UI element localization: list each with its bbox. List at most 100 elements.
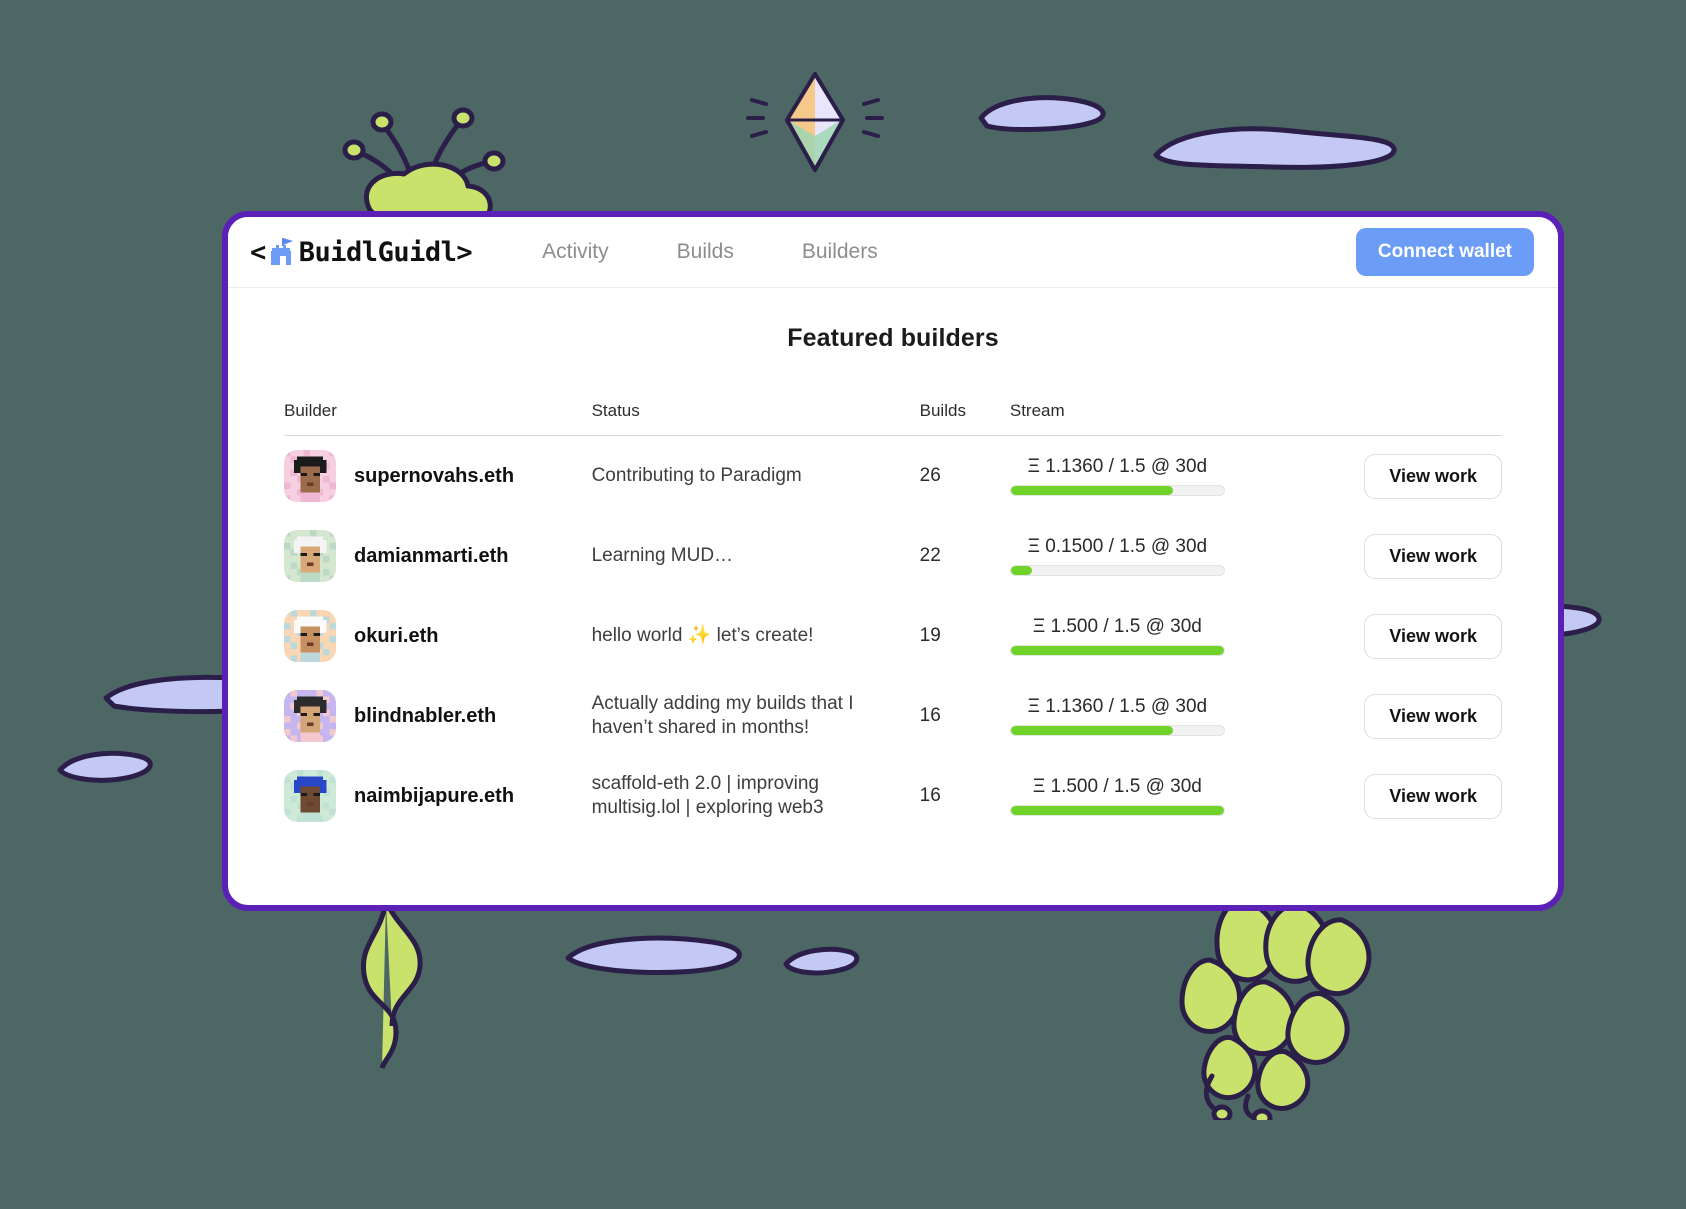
avatar [284, 610, 336, 662]
cell-builder: naimbijapure.eth [284, 756, 592, 836]
stream-progress-track [1009, 645, 1225, 656]
table-row: supernovahs.eth Contributing to Paradigm… [284, 436, 1502, 517]
stream-label: Ξ 0.1500 / 1.5 @ 30d [1027, 536, 1208, 557]
page-title: Featured builders [787, 324, 999, 352]
doodle-plant-bottom-left [360, 900, 423, 1069]
avatar [284, 450, 336, 502]
stream-progress-fill [1010, 646, 1224, 655]
cell-stream: Ξ 1.1360 / 1.5 @ 30d [1009, 436, 1318, 517]
cell-builder: blindnabler.eth [284, 676, 592, 756]
stream-label: Ξ 1.1360 / 1.5 @ 30d [1027, 456, 1208, 477]
nav-activity[interactable]: Activity [508, 234, 643, 270]
doodle-ethereum-gem [746, 72, 884, 172]
avatar [284, 690, 336, 742]
view-work-button[interactable]: View work [1364, 693, 1502, 739]
stream-progress-fill [1010, 726, 1173, 735]
screenshot-root: < Bui dl Gui dl > Activity Builds Builde… [0, 0, 1686, 1209]
featured-builders-table: Builder Status Builds Stream supernovahs… [284, 401, 1502, 836]
builder-name[interactable]: supernovahs.eth [354, 465, 514, 488]
stream-label: Ξ 1.500 / 1.5 @ 30d [1032, 616, 1202, 637]
cell-status: Contributing to Paradigm [592, 436, 920, 517]
cell-stream: Ξ 1.500 / 1.5 @ 30d [1009, 756, 1318, 836]
cell-stream: Ξ 1.500 / 1.5 @ 30d [1009, 596, 1318, 676]
builder-status: scaffold-eth 2.0 | improving multisig.lo… [591, 772, 824, 818]
main-nav: Activity Builds Builders [508, 234, 912, 270]
builds-count: 22 [919, 545, 941, 566]
connect-wallet-button[interactable]: Connect wallet [1355, 228, 1534, 276]
cell-status: Learning MUD… [592, 516, 920, 596]
stream-label: Ξ 1.500 / 1.5 @ 30d [1032, 776, 1202, 797]
logo-text-2: dl [346, 236, 378, 268]
view-work-button[interactable]: View work [1364, 453, 1502, 499]
builder-name[interactable]: blindnabler.eth [354, 705, 496, 728]
cell-builder: supernovahs.eth [284, 436, 592, 517]
builds-count: 16 [919, 705, 941, 726]
builder-name[interactable]: damianmarti.eth [354, 545, 508, 568]
cell-action: View work [1317, 596, 1502, 676]
doodle-cloud-2 [1153, 126, 1397, 170]
stream-progress-fill [1010, 806, 1224, 815]
table-row: damianmarti.eth Learning MUD… 22 Ξ 0.150… [284, 516, 1502, 596]
table-row: blindnabler.eth Actually adding my build… [284, 676, 1502, 756]
castle-icon [270, 238, 293, 265]
builder-name[interactable]: okuri.eth [354, 625, 438, 648]
builds-count: 16 [919, 785, 941, 806]
avatar [284, 530, 336, 582]
table-row: naimbijapure.eth scaffold-eth 2.0 | impr… [284, 756, 1502, 836]
buidlguidl-logo[interactable]: < Bui dl Gui dl > [250, 236, 473, 268]
cell-builds: 16 [920, 756, 1010, 836]
builder-status: Learning MUD… [591, 544, 734, 566]
doodle-cloud-7 [783, 946, 860, 976]
cell-action: View work [1317, 516, 1502, 596]
doodle-plant-top-left [342, 107, 506, 230]
app-content: Featured builders Builder Status Builds … [228, 288, 1558, 836]
cell-status: Actually adding my builds that I haven’t… [592, 676, 920, 756]
cell-builds: 26 [920, 436, 1010, 517]
cell-stream: Ξ 0.1500 / 1.5 @ 30d [1009, 516, 1318, 596]
doodle-cloud-4 [57, 750, 153, 783]
table-header: Builder Status Builds Stream [284, 401, 1502, 436]
view-work-button[interactable]: View work [1364, 613, 1502, 659]
doodle-cloud-6 [565, 935, 742, 976]
logo-angle-close: > [456, 236, 473, 268]
view-work-button[interactable]: View work [1364, 533, 1502, 579]
builder-status: Contributing to Paradigm [591, 464, 802, 486]
cell-builds: 19 [920, 596, 1010, 676]
logo-text-1: Bui [298, 236, 347, 268]
stream-progress-track [1009, 805, 1225, 816]
stream-progress-track [1009, 565, 1225, 576]
table-body: supernovahs.eth Contributing to Paradigm… [284, 436, 1502, 837]
avatar [284, 770, 336, 822]
logo-text-4: dl [424, 236, 457, 268]
cell-action: View work [1317, 436, 1502, 517]
stream-label: Ξ 1.1360 / 1.5 @ 30d [1027, 696, 1208, 717]
stream-progress-fill [1010, 566, 1033, 575]
doodle-plant-bottom-right [1179, 897, 1372, 1120]
column-header-builder: Builder [284, 401, 592, 436]
stream-progress-track [1009, 725, 1225, 736]
logo-angle-open: < [250, 236, 266, 268]
cell-status: hello world ✨ let’s create! [592, 596, 920, 676]
cell-stream: Ξ 1.1360 / 1.5 @ 30d [1009, 676, 1318, 756]
cell-builds: 22 [920, 516, 1010, 596]
app-header: < Bui dl Gui dl > Activity Builds Builde… [228, 217, 1558, 288]
nav-builders[interactable]: Builders [768, 234, 912, 270]
app-window: < Bui dl Gui dl > Activity Builds Builde… [222, 211, 1564, 911]
builder-status: hello world ✨ let’s create! [591, 624, 814, 646]
cell-action: View work [1317, 756, 1502, 836]
stream-progress-track [1009, 485, 1225, 496]
cell-builder: damianmarti.eth [284, 516, 592, 596]
doodle-cloud-1 [978, 95, 1106, 132]
column-header-action [1317, 401, 1502, 436]
column-header-builds: Builds [919, 401, 1010, 436]
table-row: okuri.eth hello world ✨ let’s create! 19… [284, 596, 1502, 676]
cell-status: scaffold-eth 2.0 | improving multisig.lo… [592, 756, 920, 836]
builder-name[interactable]: naimbijapure.eth [354, 785, 514, 808]
nav-builds[interactable]: Builds [643, 234, 768, 270]
builder-status: Actually adding my builds that I haven’t… [591, 692, 854, 738]
column-header-status: Status [591, 401, 920, 436]
cell-action: View work [1317, 676, 1502, 756]
view-work-button[interactable]: View work [1364, 773, 1502, 819]
cell-builds: 16 [920, 676, 1010, 756]
logo-text-3: Gui [377, 236, 426, 268]
